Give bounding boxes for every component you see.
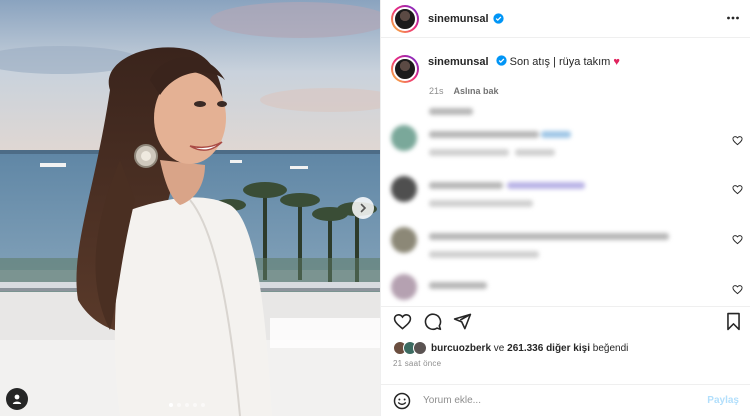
see-translation-button[interactable]: Aslına bak bbox=[454, 86, 499, 96]
tagged-users-button[interactable] bbox=[6, 388, 28, 410]
liker-avatar bbox=[413, 341, 427, 355]
add-comment-bar: Paylaş bbox=[381, 384, 750, 416]
heart-emoji: ♥ bbox=[613, 56, 620, 68]
caption-meta: 21s Aslına bak bbox=[429, 86, 620, 96]
chevron-right-icon bbox=[360, 203, 367, 213]
likes-connector: ve bbox=[493, 342, 505, 354]
comment-input[interactable] bbox=[423, 395, 708, 406]
instagram-post-dialog: sinemunsal sinemunsal Son atış | rüya ta… bbox=[0, 0, 750, 416]
caption-username[interactable]: sinemunsal bbox=[428, 56, 489, 68]
caption-avatar bbox=[393, 57, 417, 81]
post-comment-button[interactable]: Paylaş bbox=[707, 395, 739, 406]
verified-badge-icon bbox=[495, 55, 507, 66]
post-side-panel: sinemunsal sinemunsal Son atış | rüya ta… bbox=[380, 0, 750, 416]
share-icon[interactable] bbox=[453, 312, 472, 331]
carousel-next-button[interactable] bbox=[352, 197, 374, 219]
like-icon[interactable] bbox=[393, 312, 412, 331]
like-comment-icon[interactable] bbox=[732, 184, 743, 195]
likes-suffix: beğendi bbox=[592, 342, 629, 354]
post-caption: sinemunsal Son atış | rüya takım ♥ 21s A… bbox=[391, 55, 620, 96]
carousel-dot bbox=[193, 403, 197, 407]
caption-body: Son atış | rüya takım bbox=[509, 56, 611, 68]
carousel-dot bbox=[169, 403, 173, 407]
post-header: sinemunsal bbox=[381, 0, 750, 38]
caption-avatar-ring[interactable] bbox=[391, 55, 419, 83]
carousel-dot bbox=[177, 403, 181, 407]
likes-count[interactable]: 261.336 diğer kişi bbox=[507, 343, 590, 354]
carousel-indicator bbox=[169, 403, 205, 407]
like-comment-icon[interactable] bbox=[732, 135, 743, 146]
comment-icon[interactable] bbox=[423, 312, 442, 331]
liker-username[interactable]: burcuozberk bbox=[431, 343, 491, 354]
post-image bbox=[0, 0, 380, 416]
like-comment-icon[interactable] bbox=[732, 284, 743, 295]
post-timestamp[interactable]: 21 saat önce bbox=[393, 359, 441, 368]
author-avatar-ring[interactable] bbox=[391, 4, 419, 33]
author-username[interactable]: sinemunsal bbox=[428, 13, 489, 25]
post-photo bbox=[0, 0, 380, 416]
save-icon[interactable] bbox=[725, 312, 742, 331]
carousel-dot bbox=[201, 403, 205, 407]
caption-text: sinemunsal Son atış | rüya takım ♥ bbox=[428, 55, 620, 70]
post-action-bar bbox=[381, 306, 750, 334]
author-avatar bbox=[393, 6, 417, 31]
emoji-icon[interactable] bbox=[393, 392, 411, 410]
likes-text: burcuozberk ve 261.336 diğer kişi beğend… bbox=[431, 343, 628, 354]
verified-badge-icon bbox=[492, 13, 504, 24]
user-tag-icon bbox=[12, 394, 22, 404]
like-comment-icon[interactable] bbox=[732, 234, 743, 245]
caption-time: 21s bbox=[429, 86, 444, 96]
likes-summary: burcuozberk ve 261.336 diğer kişi beğend… bbox=[393, 341, 628, 355]
carousel-dot bbox=[185, 403, 189, 407]
more-options-icon[interactable] bbox=[726, 11, 740, 25]
